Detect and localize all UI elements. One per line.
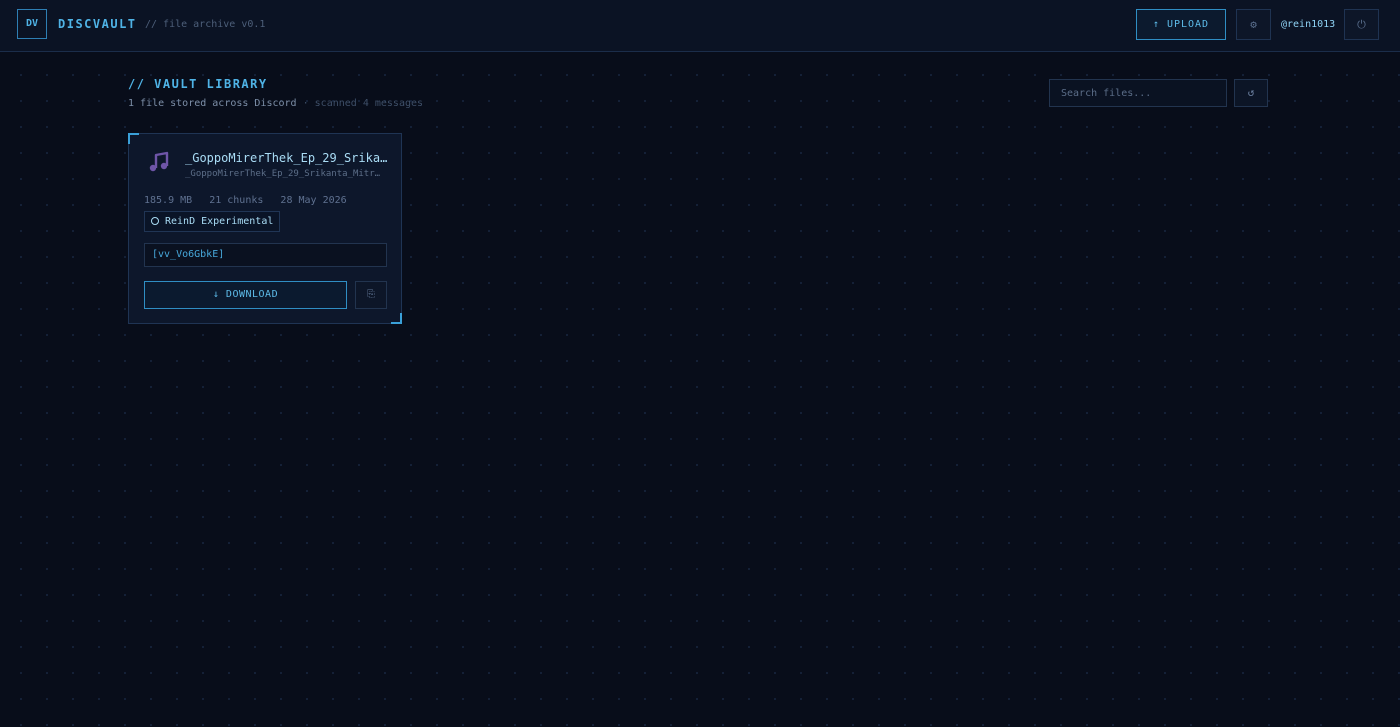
logout-button[interactable]: ⏻ [1344, 9, 1379, 40]
file-card: _GoppoMirerThek_Ep_29_Srikanta_Mitra.mp3… [128, 133, 402, 324]
file-count-text: 1 file stored across Discord [128, 98, 297, 109]
upload-button[interactable]: ↑ UPLOAD [1136, 9, 1226, 40]
file-date: 28 May 2026 [280, 195, 347, 206]
app-title: DISCVAULT [58, 17, 137, 31]
channel-name: ReinD Experimental [165, 216, 274, 227]
top-bar: DV DISCVAULT // file archive v0.1 ↑ UPLO… [0, 0, 1400, 52]
file-meta: 185.9 MB 21 chunks 28 May 2026 [144, 195, 358, 206]
search-input[interactable] [1049, 79, 1227, 107]
scan-info-text: · scanned 4 messages [302, 98, 424, 109]
refresh-icon: ↺ [1247, 86, 1255, 99]
gear-icon: ⚙ [1250, 18, 1257, 31]
music-icon [149, 151, 169, 172]
library-summary: 1 file stored across Discord · scanned 4… [128, 98, 423, 109]
file-original-name: _GoppoMirerThek_Ep_29_Srikanta_Mitra.mp3 [185, 169, 385, 179]
copy-icon: ⎘ [367, 289, 375, 300]
channel-badge: ReinD Experimental [144, 211, 281, 232]
copy-button[interactable]: ⎘ [355, 281, 387, 309]
power-icon: ⏻ [1357, 18, 1366, 31]
app-tagline: // file archive v0.1 [145, 19, 266, 30]
card-corner-accent [391, 313, 402, 324]
channel-icon [151, 217, 159, 225]
card-corner-accent [128, 133, 139, 144]
page-title: // VAULT LIBRARY [128, 77, 268, 91]
settings-button[interactable]: ⚙ [1236, 9, 1271, 40]
file-chunks: 21 chunks [209, 195, 264, 206]
file-id-field[interactable]: [vv_Vo6GbkE] [144, 243, 387, 267]
file-size: 185.9 MB [144, 195, 193, 206]
file-name: _GoppoMirerThek_Ep_29_Srikanta_Mitra.mp3 [185, 151, 389, 165]
refresh-button[interactable]: ↺ [1234, 79, 1268, 107]
username: @rein1013 [1281, 19, 1336, 30]
download-button[interactable]: ↓ DOWNLOAD [144, 281, 347, 309]
logo: DV [17, 9, 47, 39]
